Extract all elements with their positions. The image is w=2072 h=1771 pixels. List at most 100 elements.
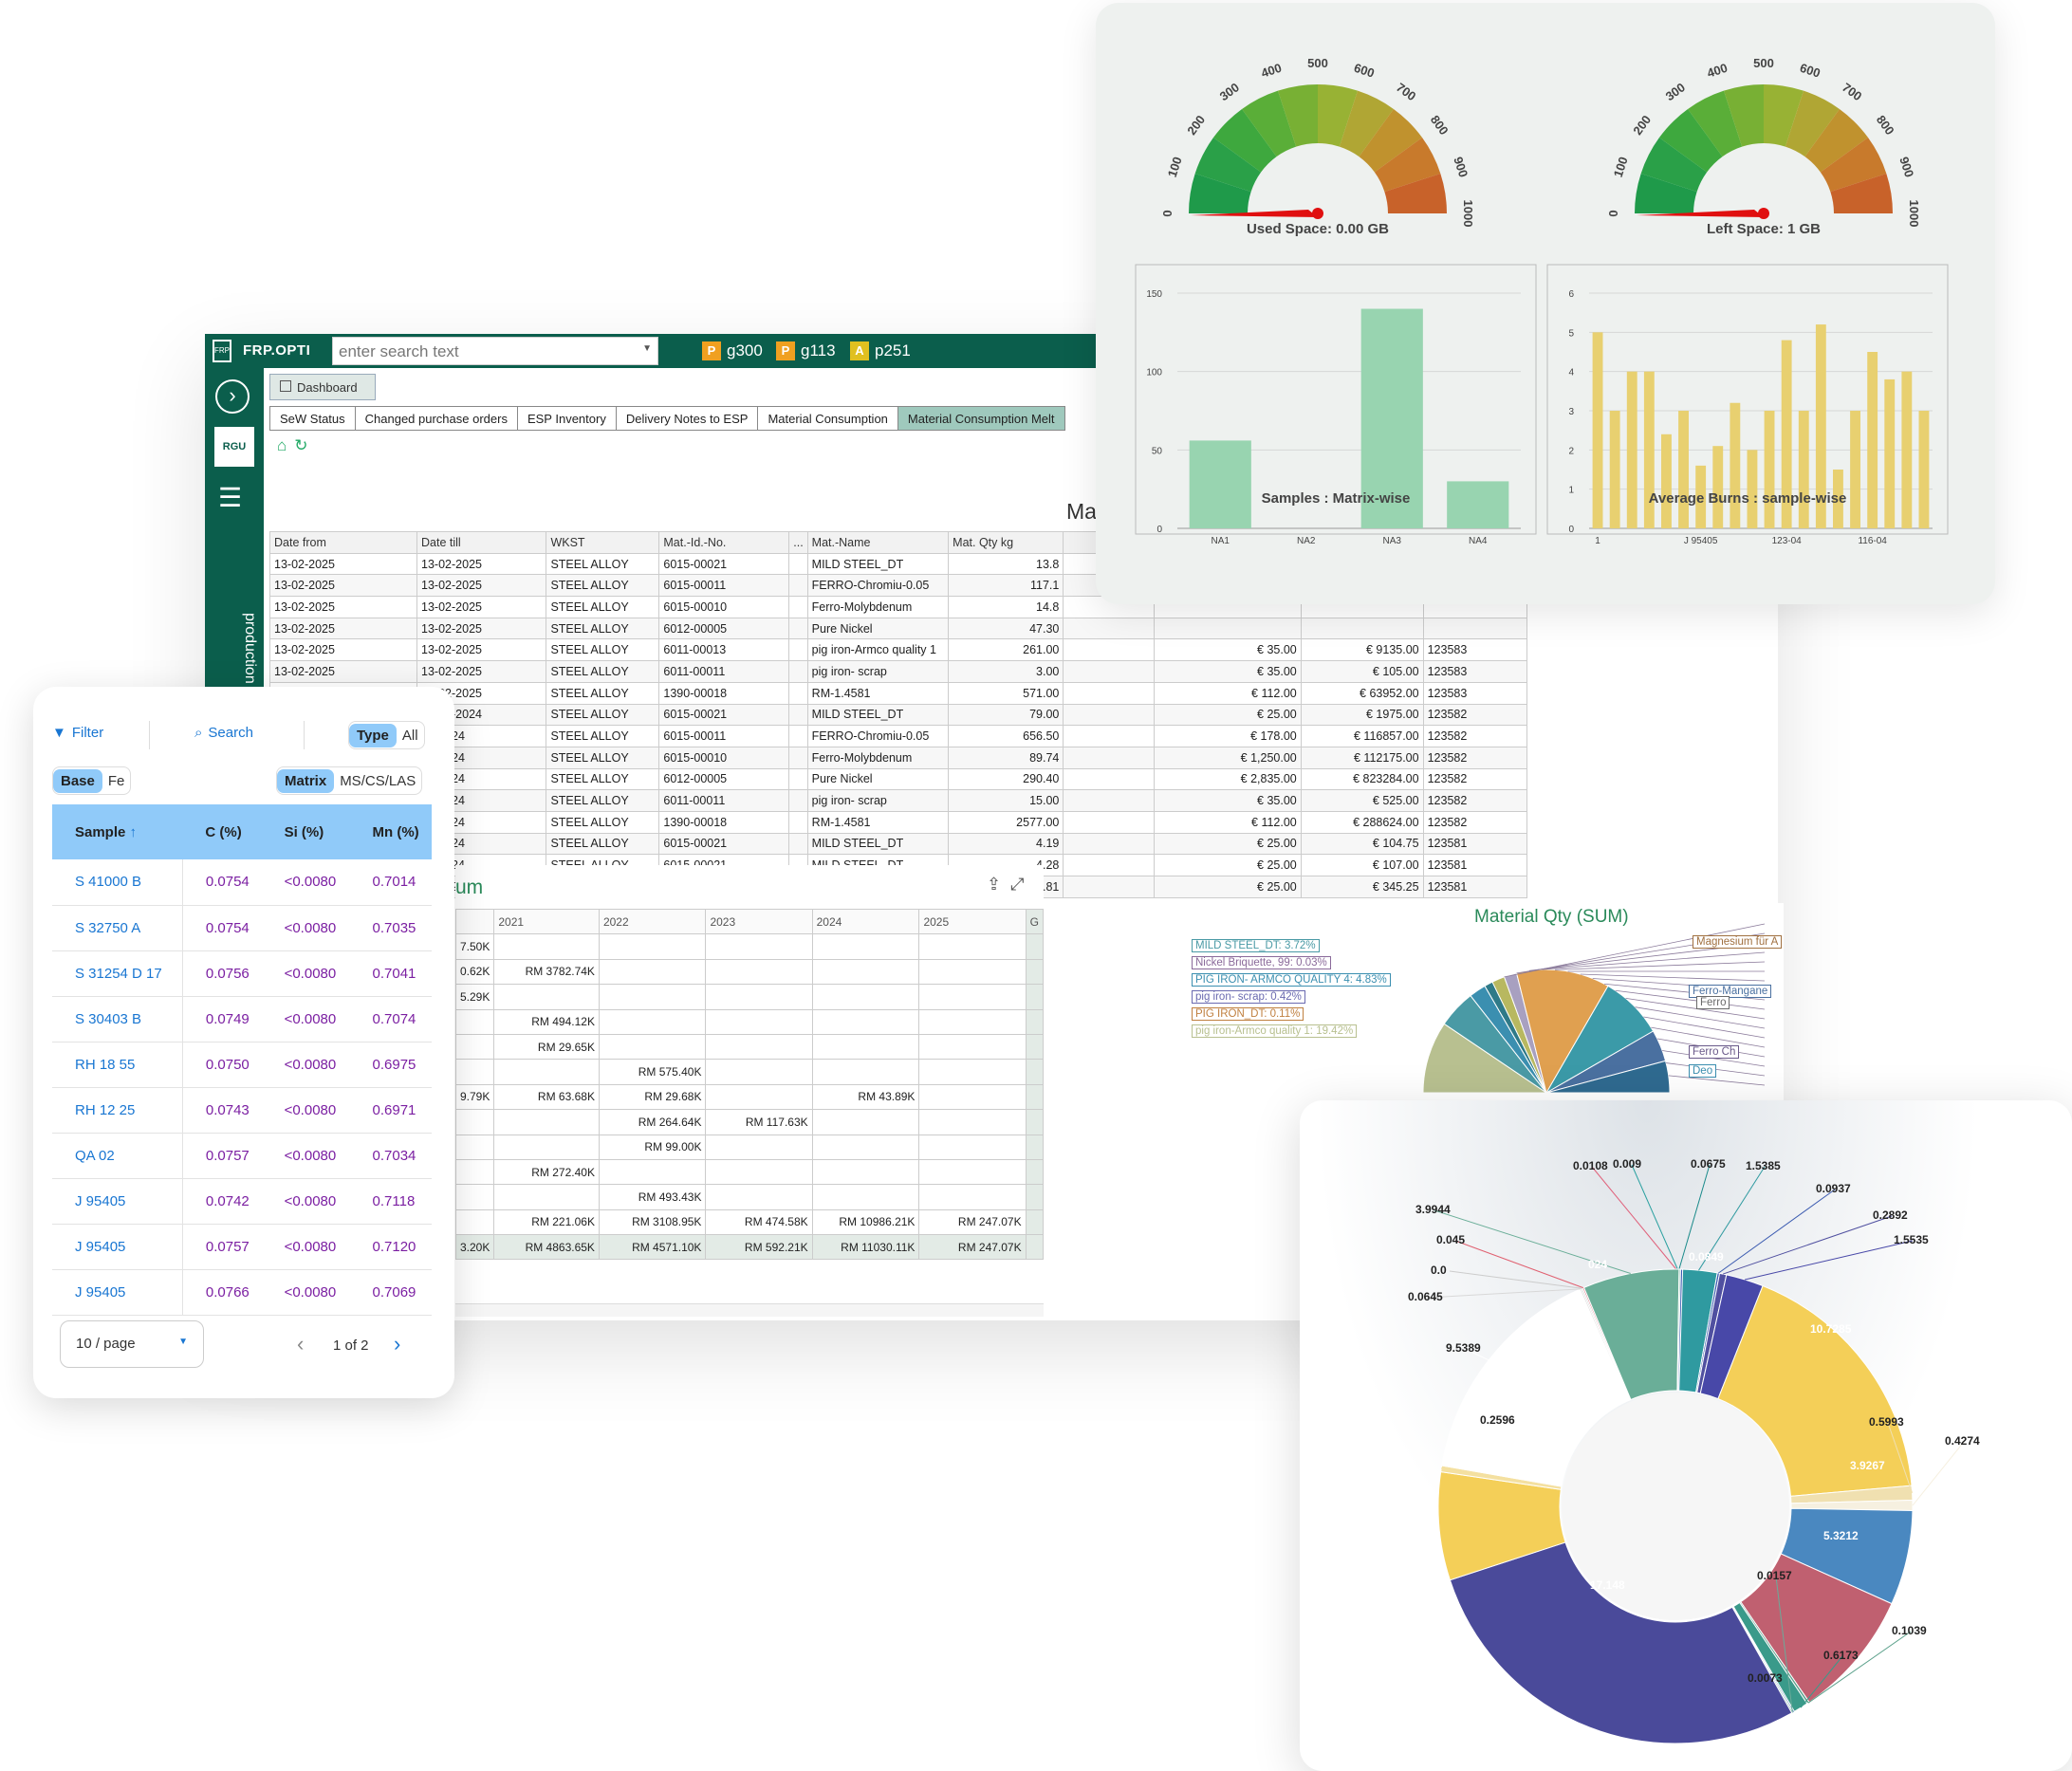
search-button[interactable]: ⌕ Search <box>194 725 253 741</box>
pivot-row: RM 493.43K <box>455 1184 1044 1210</box>
table-row[interactable]: S 32750 A 0.0754 <0.0080 0.7035 <box>52 905 432 951</box>
table-row[interactable]: J 95405 0.0757 <0.0080 0.7120 <box>52 1224 432 1270</box>
horizontal-scrollbar[interactable] <box>455 1303 1044 1317</box>
user-chip-1[interactable]: Pg300 <box>702 341 763 361</box>
sample-link[interactable]: J 95405 <box>52 1269 183 1316</box>
table-row[interactable]: 09-2024STEEL ALLOY6015-00011FERRO-Chromi… <box>268 725 1528 747</box>
home-icon[interactable]: ⌂ <box>277 436 294 454</box>
column-header-sample[interactable]: Sample ↑ <box>52 804 183 859</box>
gauge-tick-label: 200 <box>1184 113 1208 138</box>
sample-link[interactable]: S 32750 A <box>52 905 183 951</box>
tab-dashboard[interactable]: Dashboard <box>269 374 376 400</box>
table-cell: 6015-00011 <box>658 725 790 747</box>
column-header-mn[interactable]: Mn (%) <box>349 804 432 859</box>
next-page-icon[interactable]: › <box>394 1332 400 1356</box>
gauge-tick-label: 900 <box>1896 155 1916 178</box>
table-row[interactable]: 09-2024STEEL ALLOY1390-00018RM-1.4581257… <box>268 810 1528 834</box>
table-row[interactable]: 04-09-2024STEEL ALLOY6015-00021MILD STEE… <box>268 703 1528 727</box>
tab-module[interactable]: Material Consumption <box>757 406 897 431</box>
filter-button[interactable]: ▼ Filter <box>52 725 103 741</box>
column-header-si[interactable]: Si (%) <box>261 804 350 859</box>
bar <box>1798 411 1809 528</box>
pivot-title: um <box>455 876 484 898</box>
table-row[interactable]: 13-02-2025 13-02-2025 STEEL ALLOY 6012-0000… <box>268 617 1528 640</box>
pie-label: MILD STEEL_DT: 3.72% <box>1192 939 1320 952</box>
column-header[interactable]: ... <box>788 531 808 554</box>
donut-value-label: 0.1039 <box>1892 1624 1927 1637</box>
table-row[interactable]: 07-2024STEEL ALLOY6015-00021MILD STEEL_D… <box>268 832 1528 856</box>
table-row[interactable]: S 41000 B 0.0754 <0.0080 0.7014 <box>52 859 432 906</box>
matrix-option[interactable]: Matrix <box>277 768 335 793</box>
all-option[interactable]: All <box>397 724 424 747</box>
donut-value-label: 0.0157 <box>1757 1569 1792 1582</box>
gauge-tick-label: 600 <box>1798 61 1822 81</box>
column-header[interactable]: Date till <box>416 531 547 554</box>
matrix-toggle[interactable]: Matrix MS/CS/LAS <box>276 766 423 795</box>
donut-value-label: 0.4274 <box>1945 1434 1980 1448</box>
sample-link[interactable]: RH 12 25 <box>52 1087 183 1134</box>
export-icon[interactable]: ⇪ <box>987 875 1010 894</box>
bar <box>1712 446 1724 528</box>
prev-page-icon[interactable]: ‹ <box>297 1332 304 1356</box>
chevron-down-icon[interactable]: ▼ <box>642 343 652 354</box>
refresh-icon[interactable]: ↻ <box>294 436 315 454</box>
column-header[interactable]: Mat. Qty kg <box>948 531 1064 554</box>
tab-module[interactable]: SeW Status <box>269 406 355 431</box>
table-row[interactable]: RH 18 55 0.0750 <0.0080 0.6975 <box>52 1042 432 1088</box>
sample-link[interactable]: S 31254 D 17 <box>52 950 183 997</box>
pivot-grand-cell <box>1025 1208 1044 1236</box>
pivot-cell: 7.50K <box>455 933 495 960</box>
table-cell <box>1063 767 1156 791</box>
table-row[interactable]: J 95405 0.0766 <0.0080 0.7069 <box>52 1269 432 1316</box>
user-chip-2[interactable]: Pg113 <box>776 341 836 361</box>
table-row[interactable]: 13-02-2025 13-02-2025 STEEL ALLOY 6011-0001… <box>268 660 1528 683</box>
table-row[interactable]: 09-2024STEEL ALLOY6012-00005Pure Nickel2… <box>268 767 1528 791</box>
table-row[interactable]: QA 02 0.0757 <0.0080 0.7034 <box>52 1133 432 1179</box>
column-header[interactable]: Date from <box>268 531 418 554</box>
sort-up-icon[interactable]: ↑ <box>130 824 138 840</box>
y-tick-label: 5 <box>1568 328 1574 339</box>
chevron-right-icon[interactable]: › <box>215 379 250 414</box>
ms-cs-las-option[interactable]: MS/CS/LAS <box>334 769 421 793</box>
table-row[interactable]: S 30403 B 0.0749 <0.0080 0.7074 <box>52 996 432 1042</box>
fullscreen-icon[interactable]: ⤢ <box>1010 875 1033 894</box>
table-cell: 6015-00010 <box>658 596 790 618</box>
table-row[interactable]: 09-2024STEEL ALLOY6015-00010Ferro-Molybd… <box>268 746 1528 769</box>
column-header[interactable]: Mat.-Name <box>806 531 950 554</box>
table-row[interactable]: 09-2024STEEL ALLOY6011-00011pig iron- sc… <box>268 789 1528 812</box>
y-tick-label: 0 <box>1156 525 1162 535</box>
column-header[interactable]: WKST <box>546 531 660 554</box>
column-header-c[interactable]: C (%) <box>182 804 262 859</box>
base-option[interactable]: Base <box>53 768 102 793</box>
tab-module[interactable]: Material Consumption Melt <box>897 406 1065 431</box>
table-row[interactable]: 13-02-202513-02-2025STEEL ALLOY1390-0001… <box>268 681 1528 705</box>
sample-link[interactable]: S 41000 B <box>52 859 183 906</box>
page-size-select[interactable]: 10 / page ▼ <box>60 1320 204 1368</box>
table-cell: € 345.25 <box>1300 876 1424 898</box>
sample-link[interactable]: QA 02 <box>52 1133 183 1179</box>
tab-module[interactable]: Changed purchase orders <box>354 406 517 431</box>
tab-module[interactable]: ESP Inventory <box>516 406 616 431</box>
type-toggle[interactable]: Type All <box>348 721 425 749</box>
sample-link[interactable]: J 95405 <box>52 1224 183 1270</box>
donut-value-label: 1.5535 <box>1894 1233 1929 1246</box>
search-input[interactable]: enter search text ▼ <box>332 337 658 365</box>
pivot-row: RM 272.40K <box>455 1158 1044 1186</box>
pivot-cell: RM 221.06K <box>493 1208 600 1236</box>
table-cell: FERRO-Chromiu-0.05 <box>806 725 950 747</box>
table-row[interactable]: 13-02-2025 13-02-2025 STEEL ALLOY 6011-0001… <box>268 638 1528 662</box>
tree-list-icon[interactable]: ☰ <box>218 482 250 514</box>
sample-link[interactable]: S 30403 B <box>52 996 183 1042</box>
type-option[interactable]: Type <box>349 723 397 747</box>
sample-link[interactable]: RH 18 55 <box>52 1042 183 1088</box>
pivot-grand-cell <box>1025 1059 1044 1085</box>
sample-link[interactable]: J 95405 <box>52 1178 183 1225</box>
table-row[interactable]: J 95405 0.0742 <0.0080 0.7118 <box>52 1178 432 1225</box>
column-header[interactable]: Mat.-Id.-No. <box>658 531 790 554</box>
user-chip-3[interactable]: Ap251 <box>850 341 911 361</box>
table-row[interactable]: RH 12 25 0.0743 <0.0080 0.6971 <box>52 1087 432 1134</box>
fe-option[interactable]: Fe <box>102 769 131 793</box>
base-toggle[interactable]: Base Fe <box>52 766 132 795</box>
tab-module[interactable]: Delivery Notes to ESP <box>615 406 758 431</box>
table-row[interactable]: S 31254 D 17 0.0756 <0.0080 0.7041 <box>52 950 432 997</box>
